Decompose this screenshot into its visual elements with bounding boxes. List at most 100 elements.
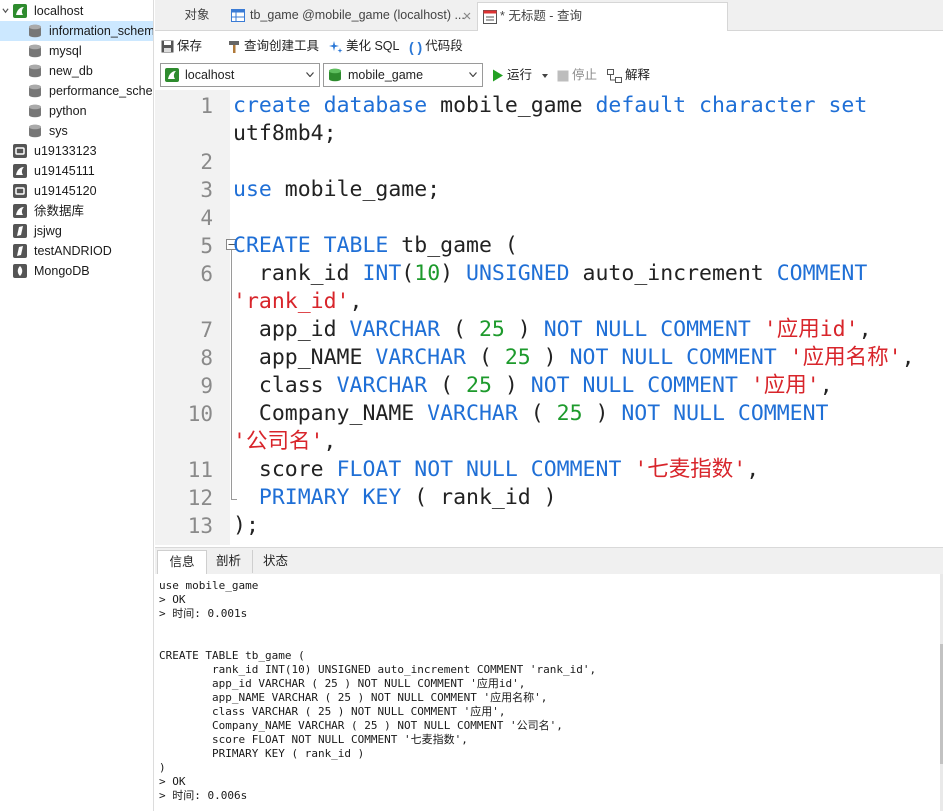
connection-select[interactable]: localhost: [160, 63, 320, 87]
output-line: Company_NAME VARCHAR ( 25 ) NOT NULL COM…: [159, 719, 563, 732]
sparkle-icon: [329, 40, 343, 53]
tab-profile[interactable]: 剖析: [206, 550, 251, 573]
tab-objects[interactable]: 对象: [167, 2, 227, 29]
run-button[interactable]: 运行: [492, 65, 548, 85]
run-label: 运行: [507, 68, 533, 82]
database-icon: [29, 124, 41, 138]
output-line: > 时间: 0.001s: [159, 607, 248, 620]
database-icon: [29, 64, 41, 78]
code-line: utf8mb4;: [233, 121, 337, 146]
code-line: CREATE TABLE tb_game (: [233, 233, 518, 258]
mariadb-icon: [13, 184, 27, 198]
tree-label: u19145111: [34, 164, 95, 178]
line-number: 7: [200, 318, 213, 342]
code-snippet-label: 代码段: [425, 39, 463, 53]
tab-table[interactable]: tb_game @mobile_game (localhost) ...: [227, 2, 477, 29]
close-icon[interactable]: [463, 12, 471, 20]
tab-bar: 对象 tb_game @mobile_game (localhost) ... …: [155, 0, 943, 31]
mariadb-icon: [13, 144, 27, 158]
database-select-value: mobile_game: [348, 68, 424, 82]
tree-item-information-schema[interactable]: information_schema: [0, 21, 153, 41]
connection-tree[interactable]: localhost information_schema mysql new_d…: [0, 0, 154, 811]
chevron-down-icon: [306, 72, 314, 77]
line-number: 6: [200, 262, 213, 286]
line-number: 10: [187, 402, 213, 426]
tree-label: mysql: [49, 44, 82, 58]
database-icon: [329, 68, 341, 82]
tab-label: 信息: [169, 555, 195, 569]
stop-button[interactable]: 停止: [557, 65, 597, 85]
stop-icon: [557, 70, 569, 82]
line-number: 2: [200, 150, 213, 174]
explain-button[interactable]: 解释: [607, 65, 650, 85]
tree-item-performance-schema[interactable]: performance_schema: [0, 81, 153, 101]
code-line: 'rank_id',: [233, 289, 363, 314]
hammer-icon: [229, 40, 239, 53]
output-line: ): [159, 761, 166, 774]
tree-label: 徐数据库: [34, 204, 85, 218]
explain-label: 解释: [625, 68, 651, 82]
tree-item-testandriod[interactable]: testANDRIOD: [0, 241, 153, 261]
tree-label: localhost: [34, 4, 84, 18]
line-number: 13: [187, 514, 213, 538]
tree-item-mysql[interactable]: mysql: [0, 41, 153, 61]
query-toolbar: 保存 查询创建工具 美化 SQL ( ) 代码段: [155, 31, 943, 60]
play-icon: [493, 69, 503, 82]
code-line: '公司名',: [233, 429, 337, 454]
tab-label: 剖析: [215, 554, 241, 568]
chevron-down-icon: [469, 72, 477, 77]
tree-label: u19133123: [34, 144, 97, 158]
code-line: app_id VARCHAR ( 25 ) NOT NULL COMMENT '…: [233, 317, 872, 342]
code-line: Company_NAME VARCHAR ( 25 ) NOT NULL COM…: [233, 401, 829, 426]
line-number: 5: [200, 234, 213, 258]
tree-item-sys[interactable]: sys: [0, 121, 153, 141]
save-label: 保存: [177, 39, 203, 53]
line-number: 12: [187, 486, 213, 510]
tree-item-u19133123[interactable]: u19133123: [0, 141, 153, 161]
line-number: 3: [200, 178, 213, 202]
tree-item-xu-database[interactable]: 徐数据库: [0, 201, 153, 221]
code-line: class VARCHAR ( 25 ) NOT NULL COMMENT '应…: [233, 373, 833, 398]
query-builder-label: 查询创建工具: [244, 39, 320, 53]
table-icon: [231, 9, 245, 22]
output-line: rank_id INT(10) UNSIGNED auto_increment …: [159, 663, 597, 676]
tab-label: tb_game @mobile_game (localhost) ...: [250, 8, 465, 22]
tree-item-u19145120[interactable]: u19145120: [0, 181, 153, 201]
message-output[interactable]: use mobile_game > OK > 时间: 0.001s CREATE…: [155, 574, 943, 811]
beautify-sql-button[interactable]: 美化 SQL: [329, 36, 400, 56]
tree-item-u19145111[interactable]: u19145111: [0, 161, 153, 181]
code-line: use mobile_game;: [233, 177, 441, 202]
chevron-down-icon[interactable]: [2, 7, 9, 14]
code-line: );: [233, 513, 259, 538]
sqlite-icon: [13, 224, 27, 238]
tree-item-python[interactable]: python: [0, 101, 153, 121]
query-builder-button[interactable]: 查询创建工具: [227, 36, 319, 56]
fold-guide: [231, 250, 232, 500]
tab-query[interactable]: * 无标题 - 查询: [477, 2, 728, 31]
line-number: 1: [200, 94, 213, 118]
save-button[interactable]: 保存: [161, 36, 202, 56]
save-icon: [161, 40, 174, 53]
code-line: PRIMARY KEY ( rank_id ): [258, 485, 557, 510]
code-line: app_NAME VARCHAR ( 25 ) NOT NULL COMMENT…: [233, 345, 915, 370]
database-select[interactable]: mobile_game: [323, 63, 483, 87]
tree-label: testANDRIOD: [34, 244, 112, 258]
tab-status[interactable]: 状态: [252, 550, 298, 573]
tree-item-localhost[interactable]: localhost: [0, 1, 153, 21]
tree-label: new_db: [49, 64, 93, 78]
output-line: PRIMARY KEY ( rank_id ): [159, 747, 365, 760]
tree-item-mongodb[interactable]: MongoDB: [0, 261, 153, 281]
sql-editor[interactable]: 1 2 3 4 5 6 7 8 9 10 11 12 13 create dat…: [155, 90, 943, 545]
tab-info[interactable]: 信息: [157, 550, 207, 575]
connection-toolbar: localhost mobile_game 运行 停止 解释: [155, 60, 943, 90]
stop-label: 停止: [572, 68, 598, 82]
mysql-connection-icon: [165, 68, 179, 82]
line-number-gutter: 1 2 3 4 5 6 7 8 9 10 11 12 13: [155, 90, 230, 545]
line-number: 4: [200, 206, 213, 230]
tree-item-new-db[interactable]: new_db: [0, 61, 153, 81]
code-snippet-button[interactable]: ( ) 代码段: [409, 36, 463, 56]
database-icon: [29, 104, 41, 118]
caret-down-icon[interactable]: [541, 73, 548, 78]
tree-item-jsjwg[interactable]: jsjwg: [0, 221, 153, 241]
mysql-connection-icon: [13, 164, 27, 178]
